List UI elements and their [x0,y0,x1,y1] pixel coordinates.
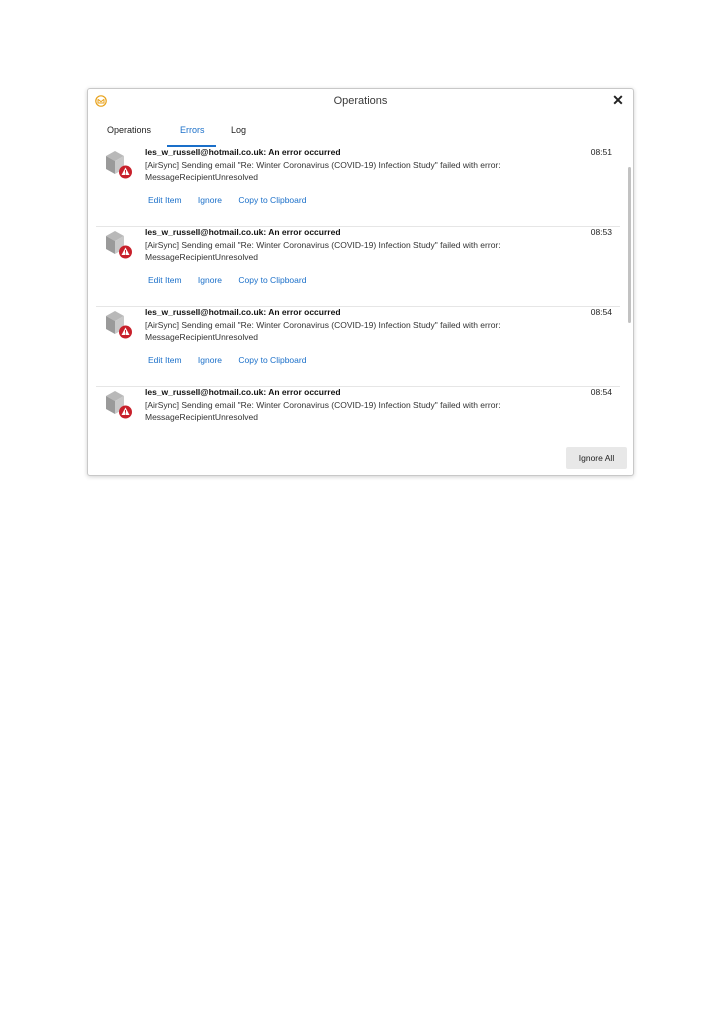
item-time: 08:54 [590,307,612,317]
operations-dialog: Operations ✕ Operations Errors Log les_w… [87,88,634,476]
edit-item-link[interactable]: Edit Item [148,355,182,365]
tab-bar: Operations Errors Log [88,119,633,147]
package-error-icon [106,391,132,419]
item-message: [AirSync] Sending email "Re: Winter Coro… [145,240,501,262]
edit-item-link[interactable]: Edit Item [148,195,182,205]
package-error-icon [106,151,132,179]
item-time: 08:53 [590,227,612,237]
tab-operations[interactable]: Operations [107,125,151,135]
list-item: les_w_russell@hotmail.co.uk: An error oc… [96,147,620,227]
item-actions: Edit Item Ignore Copy to Clipboard [148,195,320,205]
tab-errors[interactable]: Errors [180,125,205,135]
copy-to-clipboard-link[interactable]: Copy to Clipboard [238,355,306,365]
item-title: les_w_russell@hotmail.co.uk: An error oc… [145,307,341,317]
copy-to-clipboard-link[interactable]: Copy to Clipboard [238,195,306,205]
ignore-all-button[interactable]: Ignore All [566,447,627,469]
item-title: les_w_russell@hotmail.co.uk: An error oc… [145,227,341,237]
item-message: [AirSync] Sending email "Re: Winter Coro… [145,320,501,342]
item-actions: Edit Item Ignore Copy to Clipboard [148,275,320,285]
package-error-icon [106,311,132,339]
ignore-link[interactable]: Ignore [198,355,222,365]
package-error-icon [106,231,132,259]
item-time: 08:54 [590,387,612,397]
list-item: les_w_russell@hotmail.co.uk: An error oc… [96,227,620,307]
item-message: [AirSync] Sending email "Re: Winter Coro… [145,400,501,422]
edit-item-link[interactable]: Edit Item [148,275,182,285]
item-time: 08:51 [590,147,612,157]
item-title: les_w_russell@hotmail.co.uk: An error oc… [145,147,341,157]
ignore-link[interactable]: Ignore [198,275,222,285]
close-icon[interactable]: ✕ [611,92,625,108]
list-item: les_w_russell@hotmail.co.uk: An error oc… [96,307,620,387]
tab-log[interactable]: Log [231,125,246,135]
ignore-link[interactable]: Ignore [198,195,222,205]
title-bar: Operations ✕ [88,89,633,115]
item-actions: Edit Item Ignore Copy to Clipboard [148,355,320,365]
copy-to-clipboard-link[interactable]: Copy to Clipboard [238,275,306,285]
scrollbar-thumb[interactable] [628,167,631,323]
item-title: les_w_russell@hotmail.co.uk: An error oc… [145,387,341,397]
list-item: les_w_russell@hotmail.co.uk: An error oc… [96,387,620,433]
error-list: les_w_russell@hotmail.co.uk: An error oc… [88,147,626,433]
window-title: Operations [333,95,388,107]
item-message: [AirSync] Sending email "Re: Winter Coro… [145,160,501,182]
